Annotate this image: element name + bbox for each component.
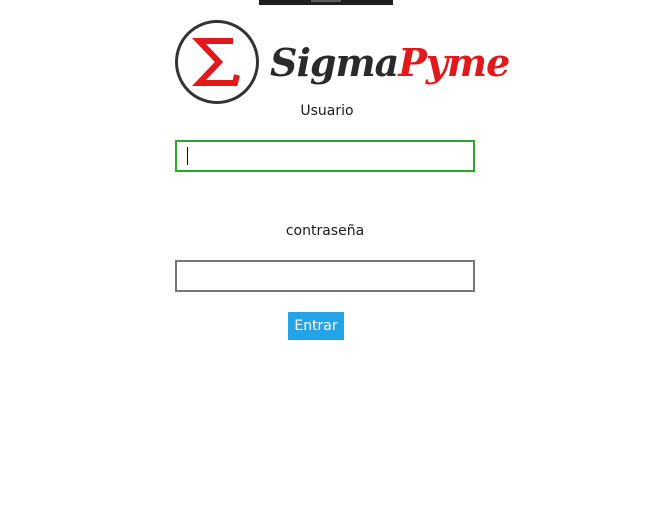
password-input[interactable]: [175, 260, 475, 292]
window-top-handle[interactable]: [259, 0, 393, 5]
text-caret: [187, 147, 188, 165]
password-label: contraseña: [285, 223, 365, 239]
submit-button[interactable]: Entrar: [288, 312, 344, 340]
username-input[interactable]: [175, 140, 475, 172]
logo-word-pyme: Pyme: [398, 40, 510, 85]
drag-handle-icon: [311, 0, 341, 2]
username-label: Usuario: [300, 103, 354, 119]
logo-word-sigma: Sigma: [270, 40, 399, 85]
sigma-icon: [192, 38, 240, 86]
logo-wordmark: SigmaPyme: [270, 33, 510, 93]
sigmapyme-logo: SigmaPyme: [174, 19, 510, 109]
